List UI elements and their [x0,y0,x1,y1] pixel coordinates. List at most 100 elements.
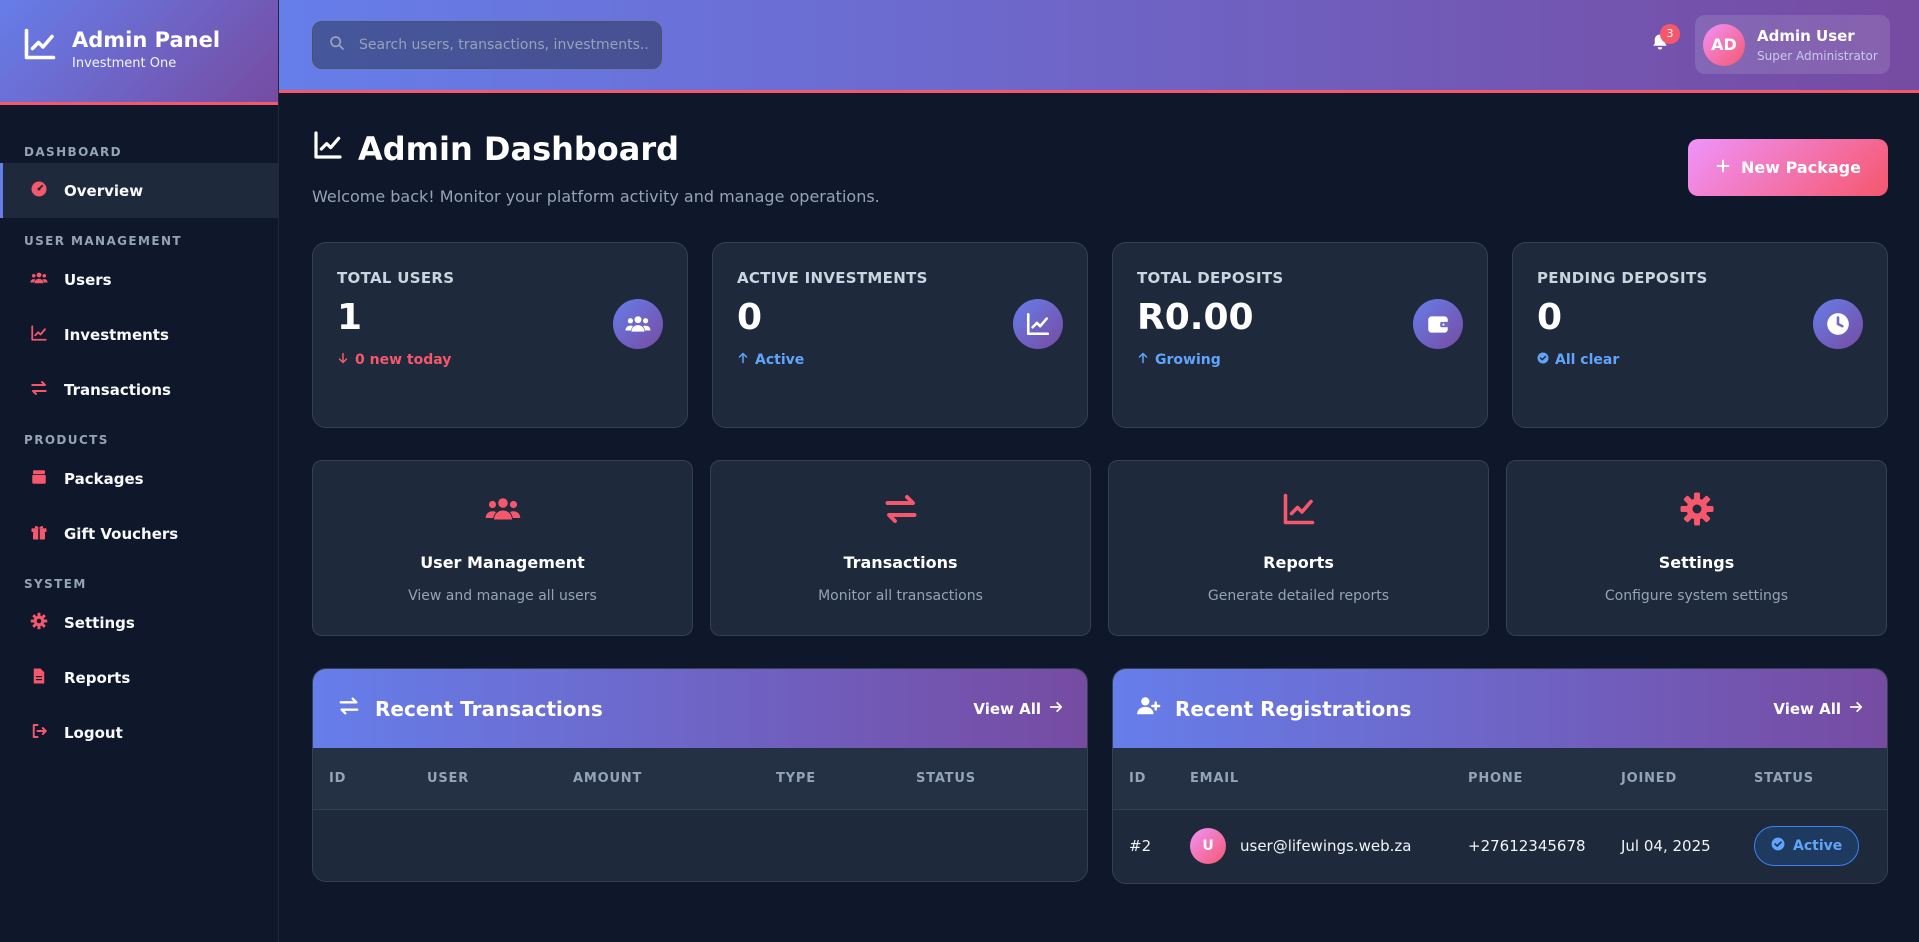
action-card-reports[interactable]: Reports Generate detailed reports [1108,460,1489,636]
nav-section-label: SYSTEM [24,577,87,591]
chart-line-icon [1013,299,1063,349]
stat-card-total-deposits: TOTAL DEPOSITS R0.00 Growing [1112,242,1488,428]
nav-section-label: USER MANAGEMENT [24,234,182,248]
action-title: Transactions [843,553,958,572]
gauge-icon [30,180,48,202]
table-row[interactable]: #2 U user@lifewings.web.za +27612345678 … [1113,809,1887,883]
logout-icon [30,722,48,744]
exchange-icon [30,379,48,401]
action-title: Reports [1263,553,1334,572]
empty-table-row [313,809,1087,881]
search-box[interactable] [312,21,662,69]
quick-actions: User Management View and manage all user… [312,460,1888,636]
brand-title: Admin Panel [72,28,221,52]
page-title-text: Admin Dashboard [358,130,680,168]
panel-header: Recent Registrations View All [1113,669,1887,748]
panel-title-text: Recent Transactions [375,696,603,721]
recent-transactions-panel: Recent Transactions View All ID USER AMO… [312,668,1088,882]
brand[interactable]: Admin Panel Investment One [0,0,278,105]
nav-section-label: PRODUCTS [24,433,109,447]
sidebar: Admin Panel Investment One DASHBOARD Ove… [0,0,279,942]
stat-trend-text: 0 new today [355,352,452,368]
table-header-row: ID EMAIL PHONE JOINED STATUS [1113,748,1887,810]
sidebar-item-label: Users [64,270,112,289]
arrow-up-icon [737,352,749,368]
sidebar-item-label: Overview [64,181,144,200]
column-header[interactable]: AMOUNT [557,748,760,810]
sidebar-item-reports[interactable]: Reports [0,650,278,705]
recent-registrations-panel: Recent Registrations View All ID EMAIL P… [1112,668,1888,884]
cell-id: #2 [1129,837,1152,855]
file-icon [30,667,48,689]
box-icon [30,468,48,490]
column-header[interactable]: ID [313,748,411,810]
arrow-right-icon [1849,700,1863,718]
action-title: User Management [420,553,585,572]
column-header[interactable]: STATUS [900,748,1087,810]
stat-trend-text: Growing [1155,352,1221,368]
arrow-right-icon [1049,700,1063,718]
sidebar-item-settings[interactable]: Settings [0,595,278,650]
action-description: Monitor all transactions [818,588,983,604]
column-header[interactable]: EMAIL [1174,748,1452,810]
user-menu[interactable]: AD Admin User Super Administrator [1695,15,1890,74]
sidebar-item-label: Transactions [64,380,171,399]
new-package-button[interactable]: New Package [1688,139,1888,196]
notification-bell[interactable]: 3 [1651,24,1680,56]
cell-joined: Jul 04, 2025 [1621,837,1711,855]
sidebar-item-investments[interactable]: Investments [0,307,278,362]
view-all-registrations-link[interactable]: View All [1773,700,1863,718]
sidebar-item-label: Settings [64,613,135,632]
cell-phone: +27612345678 [1468,837,1586,855]
chart-line-icon [312,129,344,169]
column-header[interactable]: ID [1113,748,1174,810]
transactions-table: ID USER AMOUNT TYPE STATUS [313,748,1087,881]
check-circle-icon [1537,352,1549,368]
top-header: 3 AD Admin User Super Administrator [279,0,1919,93]
action-card-settings[interactable]: Settings Configure system settings [1506,460,1887,636]
column-header[interactable]: PHONE [1452,748,1605,810]
user-role: Super Administrator [1757,48,1878,63]
sidebar-item-packages[interactable]: Packages [0,451,278,506]
action-title: Settings [1658,553,1735,572]
search-input[interactable] [359,37,649,53]
stat-label: TOTAL USERS [337,269,455,287]
sidebar-item-users[interactable]: Users [0,252,278,307]
users-icon [613,299,663,349]
users-icon [313,491,692,531]
sidebar-item-transactions[interactable]: Transactions [0,362,278,417]
sidebar-item-label: Logout [64,723,123,742]
sidebar-item-logout[interactable]: Logout [0,705,278,760]
column-header[interactable]: STATUS [1738,748,1887,810]
users-icon [30,269,48,291]
action-card-user-management[interactable]: User Management View and manage all user… [312,460,693,636]
exchange-icon [337,695,361,722]
nav-section-label: DASHBOARD [24,145,123,159]
column-header[interactable]: JOINED [1605,748,1738,810]
cell-status: Active [1738,809,1887,883]
view-all-transactions-link[interactable]: View All [973,700,1063,718]
stat-label: TOTAL DEPOSITS [1137,269,1284,287]
column-header[interactable]: USER [411,748,557,810]
sidebar-item-label: Reports [64,668,131,687]
panel-title: Recent Registrations [1137,695,1411,722]
sidebar-item-gift-vouchers[interactable]: Gift Vouchers [0,506,278,561]
stat-trend: Active [737,352,1063,368]
action-card-transactions[interactable]: Transactions Monitor all transactions [710,460,1091,636]
stat-card-active-investments: ACTIVE INVESTMENTS 0 Active [712,242,1088,428]
panel-title-text: Recent Registrations [1175,696,1412,721]
main-content: Admin Dashboard Welcome back! Monitor yo… [312,93,1888,884]
stat-label: ACTIVE INVESTMENTS [737,269,928,287]
action-description: View and manage all users [408,588,597,604]
registrations-table: ID EMAIL PHONE JOINED STATUS #2 U user@l [1113,748,1887,883]
sidebar-nav: DASHBOARD Overview USER MANAGEMENT Users… [0,105,278,760]
column-header[interactable]: TYPE [760,748,900,810]
stat-trend: All clear [1537,352,1863,368]
user-plus-icon [1137,695,1161,722]
stat-card-pending-deposits: PENDING DEPOSITS 0 All clear [1512,242,1888,428]
sidebar-item-overview[interactable]: Overview [0,163,278,218]
table-header-row: ID USER AMOUNT TYPE STATUS [313,748,1087,810]
action-description: Generate detailed reports [1207,588,1390,604]
stat-trend-text: Active [755,352,805,368]
search-icon [329,35,345,55]
